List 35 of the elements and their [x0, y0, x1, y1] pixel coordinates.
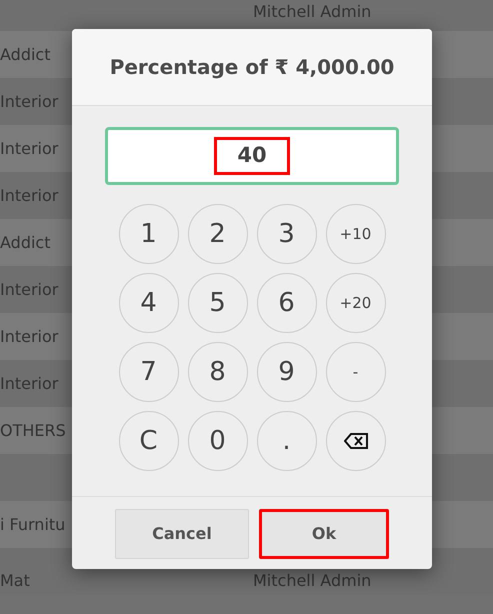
keypad-key[interactable]: +10	[326, 204, 386, 264]
table-cell: Interior	[0, 326, 58, 346]
keypad-key[interactable]: 9	[256, 342, 316, 402]
table-cell: Mat	[0, 571, 30, 590]
dialog-title: Percentage of ₹ 4,000.00	[110, 54, 394, 81]
keypad-key[interactable]: 4	[118, 273, 178, 333]
keypad-key[interactable]: 6	[256, 273, 316, 333]
keypad-key[interactable]: 1	[118, 204, 178, 264]
table-cell: Mitchell Admin	[253, 2, 372, 21]
cancel-button[interactable]: Cancel	[115, 509, 249, 559]
backspace-button[interactable]	[326, 411, 386, 471]
table-cell: OTHERS	[0, 420, 66, 440]
table-cell: Addict	[0, 44, 50, 64]
keypad-key[interactable]: C	[118, 411, 178, 471]
keypad-key[interactable]: +20	[326, 273, 386, 333]
ok-button[interactable]: Ok	[259, 509, 389, 559]
keypad-key[interactable]: 5	[188, 273, 248, 333]
backspace-icon	[344, 433, 368, 449]
keypad-key[interactable]: -	[326, 342, 386, 402]
keypad-key[interactable]: 0	[188, 411, 248, 471]
keypad-key[interactable]: 8	[188, 342, 248, 402]
table-cell: Mitchell Admin	[253, 571, 372, 590]
keypad-key[interactable]: 2	[188, 204, 248, 264]
input-field[interactable]: 40	[105, 127, 399, 185]
keypad-key[interactable]: 3	[256, 204, 316, 264]
table-cell: i Furnitu	[0, 514, 66, 534]
table-cell: Interior	[0, 374, 58, 392]
keypad-key[interactable]: .	[256, 411, 316, 471]
keypad-key[interactable]: 7	[118, 342, 178, 402]
table-cell: Interior	[0, 138, 58, 158]
table-cell: Addict	[0, 232, 50, 252]
table-cell: Interior	[0, 92, 58, 110]
input-value: 40	[214, 137, 290, 175]
table-cell: Interior	[0, 280, 58, 298]
table-cell: Interior	[0, 186, 58, 204]
